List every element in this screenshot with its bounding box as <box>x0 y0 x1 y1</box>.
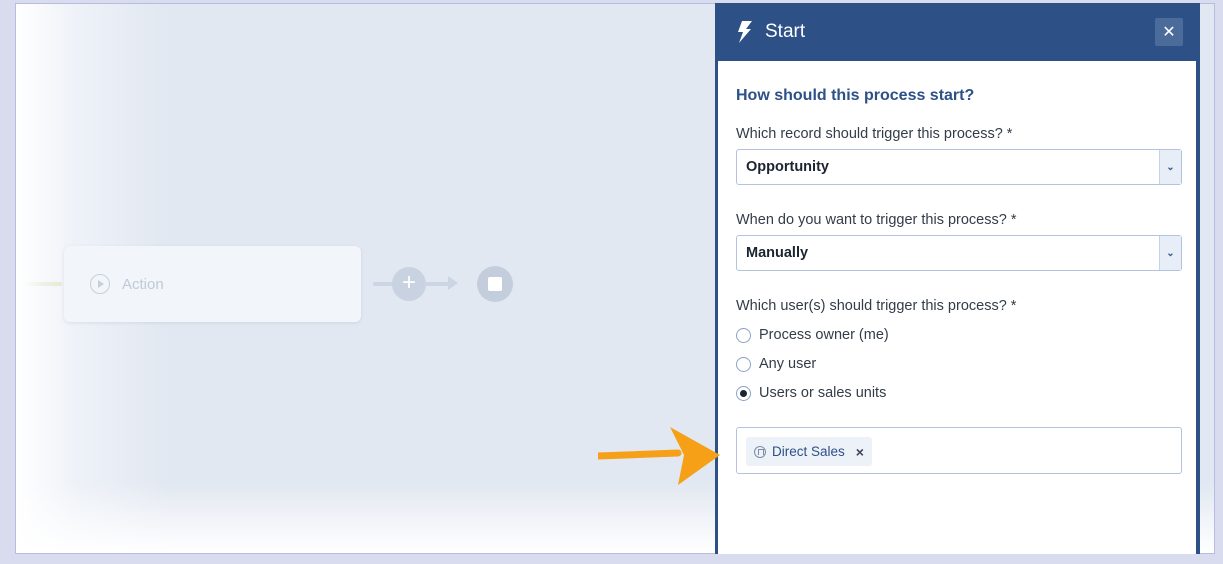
panel-scroll-edge <box>1196 61 1199 554</box>
radio-label: Process owner (me) <box>759 327 889 343</box>
panel-body: How should this process start? Which rec… <box>718 61 1199 554</box>
close-icon: ✕ <box>1162 24 1176 41</box>
radio-label: Users or sales units <box>759 385 887 401</box>
radio-any-user[interactable]: Any user <box>736 356 816 372</box>
sales-units-input[interactable]: Direct Sales × <box>736 427 1182 474</box>
sales-unit-icon <box>754 445 766 458</box>
stop-icon <box>488 277 502 291</box>
lightning-bolt-icon <box>738 21 752 43</box>
panel-title: Start <box>765 21 806 42</box>
trigger-select-value: Manually <box>746 245 809 261</box>
trigger-select[interactable]: Manually ⌄ <box>736 235 1182 271</box>
end-node[interactable] <box>477 266 513 302</box>
chevron-down-icon[interactable]: ⌄ <box>1159 236 1181 270</box>
play-icon <box>90 274 110 294</box>
incoming-connector <box>22 282 62 286</box>
record-select-value: Opportunity <box>746 159 829 175</box>
tag-label: Direct Sales <box>772 444 845 459</box>
users-field-label: Which user(s) should trigger this proces… <box>736 298 1017 314</box>
start-panel: Start ✕ How should this process start? W… <box>715 3 1200 554</box>
radio-users-or-sales-units[interactable]: Users or sales units <box>736 385 886 401</box>
record-field-label: Which record should trigger this process… <box>736 126 1013 142</box>
action-node[interactable]: Action <box>64 246 361 322</box>
record-select[interactable]: Opportunity ⌄ <box>736 149 1182 185</box>
connector-arrow-icon <box>448 276 458 290</box>
section-title: How should this process start? <box>736 87 975 104</box>
radio-button[interactable] <box>736 356 751 372</box>
radio-label: Any user <box>759 356 817 372</box>
remove-tag-icon[interactable]: × <box>856 444 864 460</box>
chevron-down-icon[interactable]: ⌄ <box>1159 150 1181 184</box>
tag-direct-sales: Direct Sales × <box>746 437 872 466</box>
action-node-label: Action <box>122 275 164 293</box>
radio-process-owner[interactable]: Process owner (me) <box>736 327 889 343</box>
panel-header: Start ✕ <box>715 3 1200 61</box>
add-step-button[interactable]: + <box>392 267 426 301</box>
connector-line <box>424 282 450 286</box>
trigger-field-label: When do you want to trigger this process… <box>736 212 1017 228</box>
radio-button[interactable] <box>736 327 751 343</box>
radio-button-selected[interactable] <box>736 385 751 401</box>
pointer-arrow-icon <box>598 427 720 485</box>
close-button[interactable]: ✕ <box>1155 18 1183 46</box>
